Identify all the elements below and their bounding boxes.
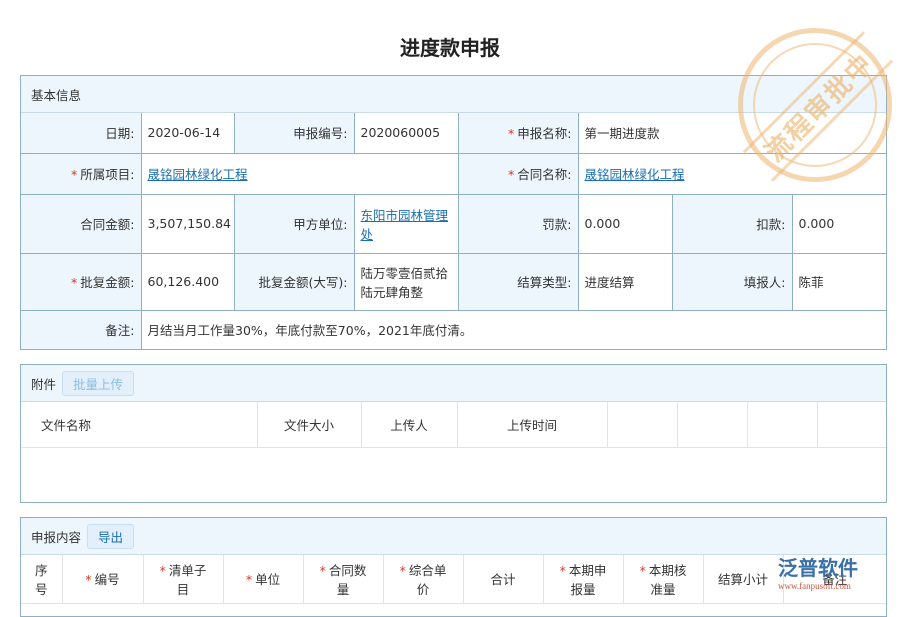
attachments-section: 附件 批量上传 文件名称 文件大小 上传人 上传时间 — [20, 364, 887, 503]
name-label: *申报名称: — [458, 113, 578, 153]
fine-label: 罚款: — [458, 194, 578, 253]
report-content-section: 申报内容 导出 序号*编号*清单子目*单位*合同数量*综合单价合计*本期申报量*… — [20, 517, 887, 617]
content-header: 申报内容 — [31, 527, 81, 546]
basic-info-header: 基本信息 — [21, 76, 886, 113]
settle-label: 结算类型: — [458, 253, 578, 310]
project-label: *所属项目: — [21, 153, 141, 194]
project-link[interactable]: 晟铭园林绿化工程 — [148, 167, 248, 182]
amount-label: 合同金额: — [21, 194, 141, 253]
party-label: 甲方单位: — [234, 194, 354, 253]
approved-cn-value: 陆万零壹佰贰拾陆元肆角整 — [354, 253, 458, 310]
filler-value: 陈菲 — [792, 253, 886, 310]
fine-value: 0.000 — [578, 194, 672, 253]
col-header: *本期核准量 — [623, 555, 703, 603]
col-empty — [677, 402, 747, 447]
col-header: 合计 — [463, 555, 543, 603]
code-label: 申报编号: — [234, 113, 354, 153]
attachments-table-header: 文件名称 文件大小 上传人 上传时间 — [21, 402, 886, 447]
basic-info-section: 基本信息 日期: 2020-06-14 申报编号: 2020060005 *申报… — [20, 75, 887, 350]
col-header: *清单子目 — [143, 555, 223, 603]
settle-value: 进度结算 — [578, 253, 672, 310]
contract-label: *合同名称: — [458, 153, 578, 194]
watermark-logo: 泛普软件 www.fanpusoft.com — [778, 552, 858, 591]
col-uploader: 上传人 — [361, 402, 457, 447]
approved-value: 60,126.400 — [141, 253, 234, 310]
deduct-value: 0.000 — [792, 194, 886, 253]
party-link[interactable]: 东阳市园林管理处 — [361, 208, 449, 242]
name-value: 第一期进度款 — [578, 113, 886, 153]
col-empty — [607, 402, 677, 447]
date-label: 日期: — [21, 113, 141, 153]
col-header: *单位 — [223, 555, 303, 603]
contract-link[interactable]: 晟铭园林绿化工程 — [585, 167, 685, 182]
content-table-header: 序号*编号*清单子目*单位*合同数量*综合单价合计*本期申报量*本期核准量结算小… — [21, 555, 886, 603]
filler-label: 填报人: — [672, 253, 792, 310]
col-header: 结算小计 — [703, 555, 783, 603]
col-header: *合同数量 — [303, 555, 383, 603]
approved-label: *批复金额: — [21, 253, 141, 310]
remark-label: 备注: — [21, 310, 141, 349]
col-header: 序号 — [21, 555, 62, 603]
export-button[interactable]: 导出 — [87, 524, 134, 549]
approved-cn-label: 批复金额(大写): — [234, 253, 354, 310]
amount-value: 3,507,150.84 — [141, 194, 234, 253]
col-file-size: 文件大小 — [257, 402, 361, 447]
remark-value: 月结当月工作量30%，年底付款至70%，2021年底付清。 — [141, 310, 886, 349]
date-value: 2020-06-14 — [141, 113, 234, 153]
col-header: *本期申报量 — [543, 555, 623, 603]
col-header: *编号 — [62, 555, 143, 603]
col-empty — [817, 402, 886, 447]
col-upload-time: 上传时间 — [457, 402, 607, 447]
col-file-name: 文件名称 — [21, 402, 257, 447]
col-empty — [747, 402, 817, 447]
code-value: 2020060005 — [354, 113, 458, 153]
deduct-label: 扣款: — [672, 194, 792, 253]
attachments-header: 附件 — [31, 374, 56, 393]
page-title: 进度款申报 — [0, 32, 900, 61]
col-header: *综合单价 — [383, 555, 463, 603]
batch-upload-button[interactable]: 批量上传 — [62, 371, 134, 396]
